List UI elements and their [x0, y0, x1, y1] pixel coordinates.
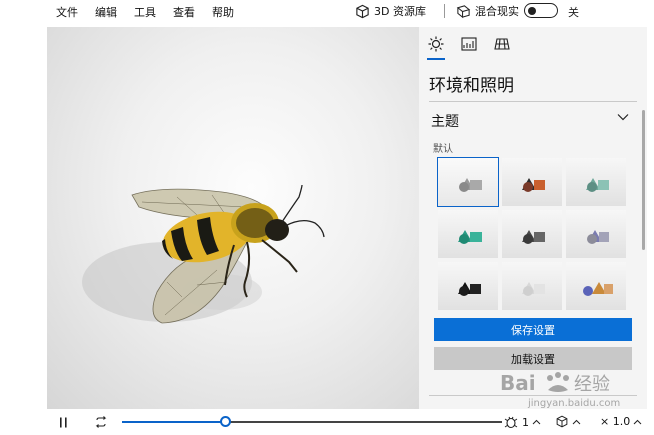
menu-tools[interactable]: 工具 [134, 4, 156, 20]
bug-icon [504, 416, 518, 429]
theme-grid [437, 157, 626, 310]
save-settings-button[interactable]: 保存设置 [434, 318, 632, 341]
theme-subtitle: 默认 [433, 144, 453, 155]
panel-scrollbar[interactable] [642, 110, 645, 250]
menu-help[interactable]: 帮助 [212, 4, 234, 20]
menu-file[interactable]: 文件 [56, 4, 78, 20]
theme-thumb-3[interactable] [566, 158, 626, 206]
cube-icon [356, 4, 369, 18]
timeline-thumb[interactable] [219, 416, 231, 427]
menu-separator [444, 4, 445, 18]
theme-thumb-7[interactable] [438, 262, 498, 310]
animation-count: 1 [522, 415, 529, 429]
theme-thumb-6[interactable] [566, 210, 626, 258]
load-settings-button[interactable]: 加载设置 [434, 347, 632, 370]
theme-thumb-4[interactable] [438, 210, 498, 258]
panel-divider [429, 101, 637, 102]
menu-bar: 文件 编辑 工具 查看 帮助 3D 资源库 混合现实 关 [0, 0, 654, 24]
baidu-watermark: Bai 经验 jingyan.baidu.com [498, 368, 628, 416]
panel-tabs [419, 27, 647, 61]
active-tab-indicator [427, 58, 445, 60]
3d-library-label: 3D 资源库 [374, 5, 426, 18]
grid-icon[interactable] [493, 35, 511, 53]
speed-selector[interactable]: × 1.0 [600, 415, 642, 428]
toggle-knob [528, 6, 536, 15]
loop-icon [95, 416, 107, 428]
mixed-reality-toggle[interactable] [524, 3, 558, 18]
menu-edit[interactable]: 编辑 [95, 4, 117, 20]
chevron-down-icon[interactable] [617, 113, 629, 121]
chevron-up-icon [633, 419, 642, 424]
bee-head [265, 219, 289, 241]
mixed-reality-button[interactable]: 混合现实 [456, 2, 519, 20]
theme-thumb-default[interactable] [437, 157, 499, 207]
theme-section-title[interactable]: 主题 [431, 111, 459, 131]
panel-title: 环境和照明 [429, 76, 514, 96]
chevron-up-icon [532, 419, 541, 425]
cube-icon [556, 415, 568, 428]
loop-button[interactable] [94, 416, 108, 428]
theme-thumb-8[interactable] [502, 262, 562, 310]
menu-view[interactable]: 查看 [173, 4, 195, 20]
bee-model[interactable] [47, 27, 419, 409]
watermark-url: jingyan.baidu.com [527, 398, 620, 409]
svg-text:经验: 经验 [574, 374, 610, 395]
left-margin [0, 24, 47, 409]
baidu-logo: Bai 经验 jingyan.baidu.com [500, 371, 620, 409]
mixed-reality-label: 混合现实 [475, 5, 519, 18]
theme-thumb-2[interactable] [502, 158, 562, 206]
theme-thumb-9[interactable] [566, 262, 626, 310]
toggle-state-label: 关 [568, 6, 579, 19]
mixed-reality-icon [456, 4, 471, 18]
3d-library-button[interactable]: 3D 资源库 [355, 2, 426, 20]
timeline-progress [122, 421, 225, 423]
animation-selector[interactable]: 1 [503, 415, 541, 429]
environment-panel: 环境和照明 主题 默认 保存设置 加载设置 [419, 27, 647, 409]
chevron-up-icon [572, 419, 581, 424]
view-mode-button[interactable] [555, 415, 581, 428]
app-window: 文件 编辑 工具 查看 帮助 3D 资源库 混合现实 关 环境和照明 主题 默认… [0, 0, 654, 435]
sun-icon[interactable] [427, 35, 445, 53]
pause-button[interactable] [59, 417, 69, 428]
pause-icon [60, 417, 67, 428]
stats-icon[interactable] [460, 35, 478, 53]
timeline-track[interactable] [122, 416, 502, 427]
3d-viewport[interactable] [47, 27, 419, 409]
speed-value: × 1.0 [600, 415, 631, 428]
svg-text:Bai: Bai [500, 371, 536, 395]
theme-thumb-5[interactable] [502, 210, 562, 258]
